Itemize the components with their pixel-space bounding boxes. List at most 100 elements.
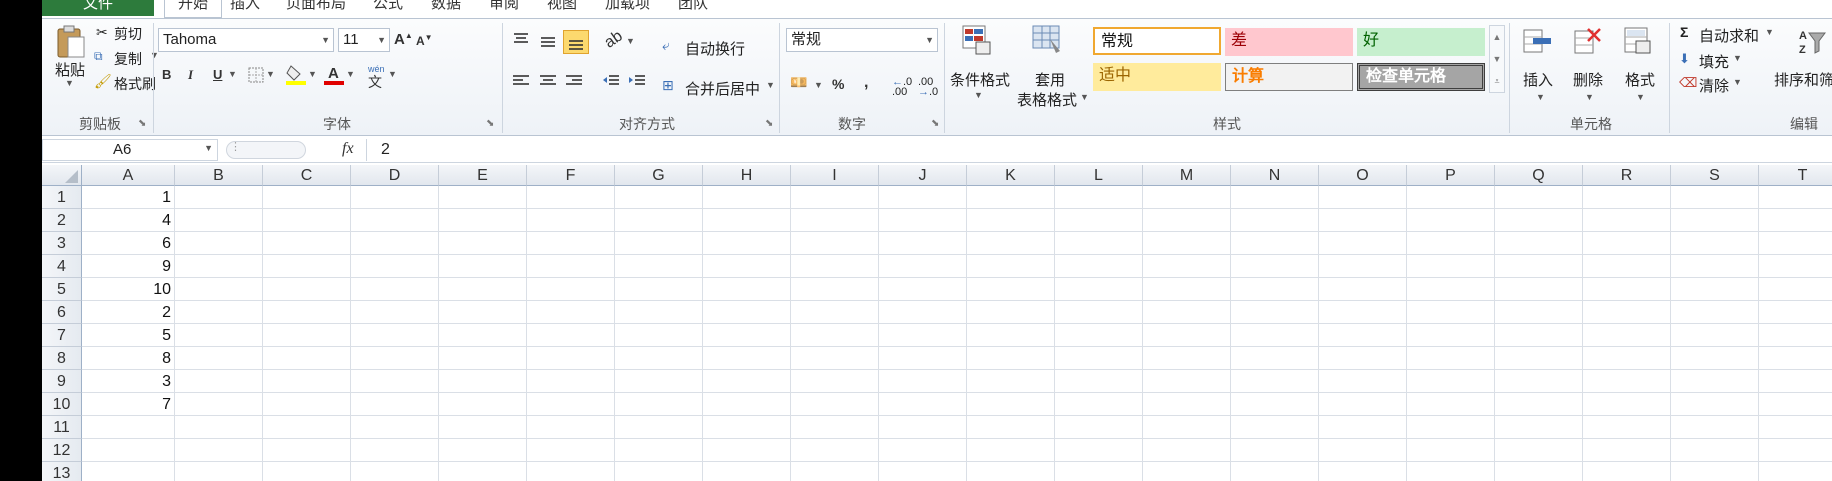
row-header-4[interactable]: 4 [42, 255, 82, 278]
border-icon[interactable] [248, 67, 264, 86]
border-dropdown-icon[interactable]: ▼ [266, 69, 275, 79]
fill-dropdown-icon[interactable]: ▼ [1733, 53, 1742, 63]
font-color-dropdown-icon[interactable]: ▼ [346, 69, 355, 79]
paste-icon[interactable] [56, 25, 86, 59]
font-size-select[interactable]: 11 ▼ [338, 28, 390, 52]
style-neutral[interactable]: 适中 [1093, 63, 1221, 91]
row-header-3[interactable]: 3 [42, 232, 82, 255]
cut-button[interactable]: 剪切 [114, 24, 142, 44]
shrink-font-button[interactable]: A▼ [416, 33, 433, 48]
style-bad[interactable]: 差 [1225, 28, 1353, 56]
increase-decimal-button[interactable]: ←.0.00 [892, 77, 912, 98]
decrease-indent-icon[interactable] [602, 74, 620, 91]
column-header-i[interactable]: I [791, 165, 879, 186]
row-header-13[interactable]: 13 [42, 462, 82, 481]
bold-button[interactable]: B [162, 67, 171, 82]
insert-dropdown-icon[interactable]: ▼ [1536, 92, 1545, 102]
align-middle-icon[interactable] [539, 35, 557, 52]
pinyin-dropdown-icon[interactable]: ▼ [388, 69, 397, 79]
column-header-m[interactable]: M [1143, 165, 1231, 186]
paste-dropdown-icon[interactable]: ▼ [65, 78, 74, 88]
format-as-table-button[interactable]: 表格格式 [1017, 89, 1077, 110]
tab-data[interactable]: 数据 [431, 0, 461, 16]
column-header-s[interactable]: S [1671, 165, 1759, 186]
number-format-select[interactable]: 常规 ▼ [786, 28, 938, 52]
fill-color-icon[interactable] [286, 63, 306, 88]
delete-cells-icon[interactable] [1574, 27, 1604, 58]
conditional-format-button[interactable]: 条件格式 [950, 69, 1010, 90]
clear-button[interactable]: 清除 [1699, 75, 1729, 96]
accounting-icon[interactable]: 💴 [790, 74, 807, 91]
align-left-icon[interactable] [512, 74, 530, 91]
column-header-r[interactable]: R [1583, 165, 1671, 186]
column-header-j[interactable]: J [879, 165, 967, 186]
insert-function-icon[interactable]: fx [342, 140, 354, 158]
format-dropdown-icon[interactable]: ▼ [1636, 92, 1645, 102]
column-header-l[interactable]: L [1055, 165, 1143, 186]
column-header-h[interactable]: H [703, 165, 791, 186]
row-header-10[interactable]: 10 [42, 393, 82, 416]
row-header-8[interactable]: 8 [42, 347, 82, 370]
pinyin-icon[interactable]: 文 [368, 72, 382, 92]
style-check-cell[interactable]: 检查单元格 [1357, 63, 1485, 91]
row-header-6[interactable]: 6 [42, 301, 82, 324]
cell-a4[interactable]: 9 [82, 255, 175, 278]
format-cells-icon[interactable] [1624, 27, 1654, 58]
conditional-dropdown-icon[interactable]: ▼ [974, 90, 983, 100]
formula-input[interactable]: 2 [366, 139, 1832, 161]
column-header-o[interactable]: O [1319, 165, 1407, 186]
tab-review[interactable]: 审阅 [489, 0, 519, 16]
row-header-5[interactable]: 5 [42, 278, 82, 301]
column-header-g[interactable]: G [615, 165, 703, 186]
cell-a10[interactable]: 7 [82, 393, 175, 416]
delete-dropdown-icon[interactable]: ▼ [1585, 92, 1594, 102]
name-box[interactable]: A6 ▼ [42, 139, 218, 161]
cell-a9[interactable]: 3 [82, 370, 175, 393]
tab-team[interactable]: 团队 [678, 0, 708, 16]
align-top-icon[interactable] [512, 32, 530, 49]
italic-button[interactable]: I [188, 67, 193, 83]
column-header-d[interactable]: D [351, 165, 439, 186]
cell-a12[interactable] [82, 439, 175, 462]
align-bottom-icon[interactable] [563, 30, 589, 54]
row-header-1[interactable]: 1 [42, 186, 82, 209]
clear-dropdown-icon[interactable]: ▼ [1733, 77, 1742, 87]
row-header-12[interactable]: 12 [42, 439, 82, 462]
format-as-table-line1[interactable]: 套用 [1035, 69, 1065, 90]
column-header-f[interactable]: F [527, 165, 615, 186]
worksheet-grid[interactable]: ABCDEFGHIJKLMNOPQRST 1 2 3 4 5 6 7 8 9 10 11 12 13 1… [42, 165, 1832, 481]
underline-dropdown-icon[interactable]: ▼ [228, 69, 237, 79]
tab-home[interactable]: 开始 [164, 0, 222, 18]
row-header-11[interactable]: 11 [42, 416, 82, 439]
tab-addins[interactable]: 加载项 [605, 0, 650, 16]
merge-center-button[interactable]: 合并后居中 [685, 78, 760, 99]
align-right-icon[interactable] [565, 74, 583, 91]
chevron-down-icon[interactable]: ▼ [204, 143, 213, 153]
merge-dropdown-icon[interactable]: ▼ [766, 80, 775, 90]
fill-color-dropdown-icon[interactable]: ▼ [308, 69, 317, 79]
cell-a7[interactable]: 5 [82, 324, 175, 347]
tab-insert[interactable]: 插入 [230, 0, 260, 16]
grow-font-button[interactable]: A▲ [394, 31, 413, 48]
format-painter-button[interactable]: 格式刷 [114, 74, 156, 94]
clipboard-launcher-icon[interactable]: ⬊ [138, 118, 146, 129]
font-name-select[interactable]: Tahoma ▼ [158, 28, 334, 52]
cell-a3[interactable]: 6 [82, 232, 175, 255]
column-header-b[interactable]: B [175, 165, 263, 186]
tab-view[interactable]: 视图 [547, 0, 577, 16]
tab-formulas[interactable]: 公式 [373, 0, 403, 16]
styles-gallery-scroll[interactable]: ▲ ▼ ⩡ [1489, 25, 1505, 93]
format-as-table-icon[interactable] [1032, 25, 1062, 58]
cell-a8[interactable]: 8 [82, 347, 175, 370]
insert-cells-icon[interactable] [1523, 29, 1553, 58]
conditional-format-icon[interactable] [962, 25, 992, 58]
number-launcher-icon[interactable]: ⬊ [931, 118, 939, 129]
font-color-icon[interactable]: A [324, 63, 344, 88]
format-cells-button[interactable]: 格式 [1625, 69, 1655, 90]
wrap-text-button[interactable]: 自动换行 [685, 38, 745, 59]
autosum-button[interactable]: 自动求和 [1699, 25, 1759, 46]
align-center-icon[interactable] [539, 74, 557, 91]
sort-filter-icon[interactable]: AZ [1797, 27, 1827, 60]
column-header-k[interactable]: K [967, 165, 1055, 186]
format-table-dropdown-icon[interactable]: ▼ [1080, 92, 1089, 102]
